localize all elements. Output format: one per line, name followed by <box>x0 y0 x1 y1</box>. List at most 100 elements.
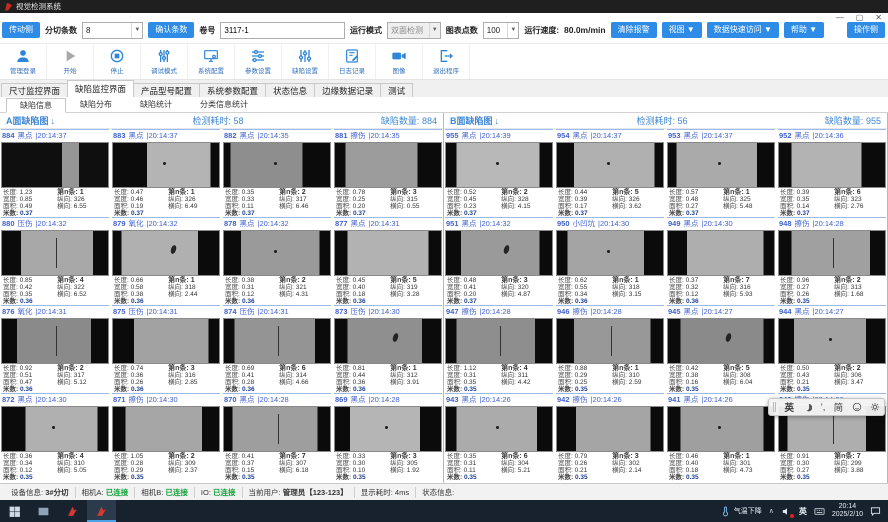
ime-simplified-toggle[interactable]: 简 <box>834 400 844 414</box>
defect-cell[interactable]: 869黑点|20:14:28长度: 0.33宽度: 0.30面积: 0.10米数… <box>334 393 442 481</box>
volume-icon[interactable] <box>781 506 792 517</box>
defect-image[interactable] <box>445 230 553 276</box>
emoji-icon[interactable] <box>852 402 862 412</box>
ime-drag-handle[interactable] <box>773 402 776 412</box>
defect-cell[interactable]: 946擦伤|20:14:28长度: 0.88宽度: 0.29面积: 0.25米数… <box>556 305 664 393</box>
moon-icon[interactable] <box>802 402 812 412</box>
defect-cell[interactable]: 953黑点|20:14:37长度: 0.57宽度: 0.48面积: 0.27米数… <box>667 129 775 217</box>
action-center-icon[interactable] <box>870 506 881 517</box>
defect-cell[interactable]: 954黑点|20:14:37长度: 0.44宽度: 0.39面积: 0.17米数… <box>556 129 664 217</box>
chart-points-select[interactable]: 100▼ <box>483 22 520 39</box>
defect-cell[interactable]: 941黑点|20:14:26长度: 0.46宽度: 0.40面积: 0.18米数… <box>667 393 775 481</box>
weather-widget[interactable]: 气温下降 <box>720 506 762 517</box>
defect-cell[interactable]: 877黑点|20:14:31长度: 0.45宽度: 0.40面积: 0.18米数… <box>334 217 442 305</box>
defect-cell[interactable]: 870黑点|20:14:28长度: 0.41宽度: 0.37面积: 0.15米数… <box>223 393 331 481</box>
defect-image[interactable] <box>778 230 886 276</box>
defect-cell[interactable]: 879氧化|20:14:32长度: 0.66宽度: 0.58面积: 0.38米数… <box>112 217 220 305</box>
ime-english-toggle[interactable]: 英 <box>784 400 794 414</box>
defect-image[interactable] <box>667 142 775 188</box>
defect-cell[interactable]: 950小凹坑|20:14:30长度: 0.62宽度: 0.55面积: 0.34米… <box>556 217 664 305</box>
defect-image[interactable] <box>445 406 553 452</box>
defect-image[interactable] <box>445 318 553 364</box>
sub-tab-1[interactable]: 缺陷分布 <box>66 97 126 112</box>
defect-cell[interactable]: 944黑点|20:14:27长度: 0.50宽度: 0.43面积: 0.21米数… <box>778 305 886 393</box>
close-button[interactable]: ✕ <box>875 14 882 22</box>
defect-image[interactable] <box>667 230 775 276</box>
sub-tab-0[interactable]: 缺陷信息 <box>6 98 66 113</box>
defect-cell[interactable]: 881擦伤|20:14:35长度: 0.78宽度: 0.25面积: 0.20米数… <box>334 129 442 217</box>
defect-cell[interactable]: 955黑点|20:14:39长度: 0.52宽度: 0.45面积: 0.23米数… <box>445 129 553 217</box>
ime-punctuation-toggle[interactable]: ’, <box>821 402 826 413</box>
action-tune-button[interactable]: 调试模式 <box>141 44 188 79</box>
taskbar-app-red-2-active[interactable] <box>87 500 116 522</box>
main-tab-3[interactable]: 系统参数配置 <box>199 83 266 97</box>
main-tab-0[interactable]: 尺寸监控界面 <box>1 83 68 97</box>
operation-side-button[interactable]: 操作侧 <box>847 22 885 38</box>
defect-image[interactable] <box>556 142 664 188</box>
defect-image[interactable] <box>223 142 331 188</box>
minimize-button[interactable]: — <box>836 14 844 22</box>
defect-image[interactable] <box>112 142 220 188</box>
defect-cell[interactable]: 882黑点|20:14:35长度: 0.35宽度: 0.33面积: 0.11米数… <box>223 129 331 217</box>
defect-image[interactable] <box>334 318 442 364</box>
defect-cell[interactable]: 880压伤|20:14:32长度: 0.85宽度: 0.42面积: 0.35米数… <box>1 217 109 305</box>
touch-keyboard-icon[interactable] <box>814 506 825 517</box>
defect-image[interactable] <box>778 142 886 188</box>
action-exit-button[interactable]: 退出程序 <box>423 44 470 79</box>
slit-count-select[interactable]: 8▼ <box>82 22 143 39</box>
defect-cell[interactable]: 951黑点|20:14:32长度: 0.48宽度: 0.41面积: 0.20米数… <box>445 217 553 305</box>
defect-image[interactable] <box>112 230 220 276</box>
defect-cell[interactable]: 945黑点|20:14:27长度: 0.42宽度: 0.38面积: 0.16米数… <box>667 305 775 393</box>
action-slidersv-button[interactable]: 缺陷设置 <box>282 44 329 79</box>
action-play-button[interactable]: 开始 <box>47 44 94 79</box>
defect-image[interactable] <box>1 142 109 188</box>
defect-cell[interactable]: 876氧化|20:14:31长度: 0.92宽度: 0.51面积: 0.47米数… <box>1 305 109 393</box>
action-stop-button[interactable]: 停止 <box>94 44 141 79</box>
start-button[interactable] <box>0 500 29 522</box>
defect-cell[interactable]: 872黑点|20:14:30长度: 0.36宽度: 0.34面积: 0.12米数… <box>1 393 109 481</box>
defect-cell[interactable]: 874压伤|20:14:31长度: 0.69宽度: 0.41面积: 0.28米数… <box>223 305 331 393</box>
sub-tab-3[interactable]: 分类信息统计 <box>186 97 262 112</box>
action-slidersh-button[interactable]: 参数设置 <box>235 44 282 79</box>
defect-image[interactable] <box>667 406 775 452</box>
defect-image[interactable] <box>1 318 109 364</box>
defect-image[interactable] <box>778 318 886 364</box>
defect-cell[interactable]: 873压伤|20:14:30长度: 0.81宽度: 0.44面积: 0.36米数… <box>334 305 442 393</box>
quick-access-menu-button[interactable]: 数据快速访问 ▼ <box>707 22 779 38</box>
defect-cell[interactable]: 949黑点|20:14:30长度: 0.37宽度: 0.32面积: 0.12米数… <box>667 217 775 305</box>
defect-image[interactable] <box>556 230 664 276</box>
defect-cell[interactable]: 952黑点|20:14:36长度: 0.39宽度: 0.35面积: 0.14米数… <box>778 129 886 217</box>
taskbar-app-window[interactable] <box>29 500 58 522</box>
defect-cell[interactable]: 948擦伤|20:14:28长度: 0.96宽度: 0.27面积: 0.26米数… <box>778 217 886 305</box>
defect-image[interactable] <box>334 142 442 188</box>
defect-cell[interactable]: 878黑点|20:14:32长度: 0.38宽度: 0.31面积: 0.12米数… <box>223 217 331 305</box>
main-tab-1[interactable]: 缺陷监控界面 <box>67 80 134 97</box>
defect-cell[interactable]: 871擦伤|20:14:30长度: 1.05宽度: 0.28面积: 0.29米数… <box>112 393 220 481</box>
language-indicator[interactable]: 英 <box>799 506 807 517</box>
defect-image[interactable] <box>334 230 442 276</box>
main-tab-4[interactable]: 状态信息 <box>265 83 315 97</box>
defect-cell[interactable]: 943黑点|20:14:26长度: 0.35宽度: 0.31面积: 0.11米数… <box>445 393 553 481</box>
help-menu-button[interactable]: 帮助 ▼ <box>784 22 824 38</box>
confirm-count-button[interactable]: 确认条数 <box>148 22 194 38</box>
defect-image[interactable] <box>334 406 442 452</box>
defect-image[interactable] <box>667 318 775 364</box>
defect-image[interactable] <box>223 318 331 364</box>
defect-image[interactable] <box>556 318 664 364</box>
taskbar-app-red-1[interactable] <box>58 500 87 522</box>
main-tab-2[interactable]: 产品型号配置 <box>133 83 200 97</box>
sub-tab-2[interactable]: 缺陷统计 <box>126 97 186 112</box>
defect-cell[interactable]: 942擦伤|20:14:26长度: 0.79宽度: 0.26面积: 0.21米数… <box>556 393 664 481</box>
gear-icon[interactable] <box>870 402 880 412</box>
defect-image[interactable] <box>223 230 331 276</box>
defect-image[interactable] <box>112 318 220 364</box>
main-tab-6[interactable]: 测试 <box>380 83 413 97</box>
taskbar-clock[interactable]: 20:142025/2/10 <box>832 503 863 520</box>
view-menu-button[interactable]: 视图 ▼ <box>662 22 702 38</box>
defect-image[interactable] <box>1 406 109 452</box>
defect-image[interactable] <box>223 406 331 452</box>
action-log-button[interactable]: 日志记录 <box>329 44 376 79</box>
defect-image[interactable] <box>1 230 109 276</box>
defect-cell[interactable]: 884黑点|20:14:37长度: 1.23宽度: 0.85面积: 0.49米数… <box>1 129 109 217</box>
defect-cell[interactable]: 947擦伤|20:14:28长度: 1.12宽度: 0.31面积: 0.35米数… <box>445 305 553 393</box>
